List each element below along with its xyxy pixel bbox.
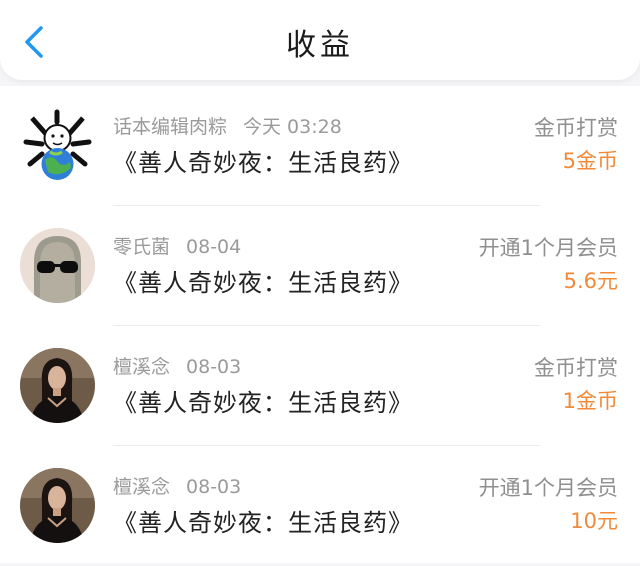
meme-globe-avatar-icon bbox=[20, 108, 95, 183]
record-meta: 檀溪念 08-03 bbox=[113, 352, 241, 379]
income-type: 金币打赏 bbox=[534, 116, 618, 140]
work-title: 《善人奇妙夜：生活良药》 bbox=[113, 149, 413, 177]
income-record[interactable]: 话本编辑肉粽 今天 03:28 《善人奇妙夜：生活良药》 金币打赏 5金币 bbox=[0, 86, 640, 206]
avatar[interactable] bbox=[20, 108, 95, 183]
page-title: 收益 bbox=[286, 28, 354, 63]
work-title: 《善人奇妙夜：生活良药》 bbox=[113, 509, 413, 537]
income-record[interactable]: 檀溪念 08-03 《善人奇妙夜：生活良药》 金币打赏 1金币 bbox=[0, 326, 640, 446]
record-time: 08-03 bbox=[186, 476, 242, 498]
record-time: 08-04 bbox=[186, 236, 242, 258]
avatar[interactable] bbox=[20, 468, 95, 543]
ghost-sunglasses-avatar-icon bbox=[20, 228, 95, 303]
income-type: 金币打赏 bbox=[534, 356, 618, 380]
record-time: 今天 03:28 bbox=[243, 116, 342, 138]
header-bar: 收益 bbox=[0, 0, 640, 80]
income-amount: 10元 bbox=[570, 509, 618, 533]
record-time: 08-03 bbox=[186, 356, 242, 378]
income-amount: 5金币 bbox=[562, 149, 618, 173]
record-meta: 话本编辑肉粽 今天 03:28 bbox=[113, 112, 342, 139]
income-amount: 5.6元 bbox=[563, 269, 618, 293]
income-list: 话本编辑肉粽 今天 03:28 《善人奇妙夜：生活良药》 金币打赏 5金币 零氏菌… bbox=[0, 86, 640, 563]
record-meta: 檀溪念 08-03 bbox=[113, 472, 241, 499]
woman-portrait-avatar-icon bbox=[20, 348, 95, 423]
user-name: 檀溪念 bbox=[113, 476, 171, 498]
income-record[interactable]: 零氏菌 08-04 《善人奇妙夜：生活良药》 开通1个月会员 5.6元 bbox=[0, 206, 640, 326]
user-name: 零氏菌 bbox=[113, 236, 171, 258]
income-record[interactable]: 檀溪念 08-03 《善人奇妙夜：生活良药》 开通1个月会员 10元 bbox=[0, 446, 640, 566]
woman-portrait-avatar-icon bbox=[20, 468, 95, 543]
user-name: 话本编辑肉粽 bbox=[113, 116, 228, 138]
income-amount: 1金币 bbox=[562, 389, 618, 413]
income-type: 开通1个月会员 bbox=[478, 476, 618, 500]
record-meta: 零氏菌 08-04 bbox=[113, 232, 241, 259]
work-title: 《善人奇妙夜：生活良药》 bbox=[113, 389, 413, 417]
user-name: 檀溪念 bbox=[113, 356, 171, 378]
work-title: 《善人奇妙夜：生活良药》 bbox=[113, 269, 413, 297]
avatar[interactable] bbox=[20, 228, 95, 303]
avatar[interactable] bbox=[20, 348, 95, 423]
income-type: 开通1个月会员 bbox=[478, 236, 618, 260]
